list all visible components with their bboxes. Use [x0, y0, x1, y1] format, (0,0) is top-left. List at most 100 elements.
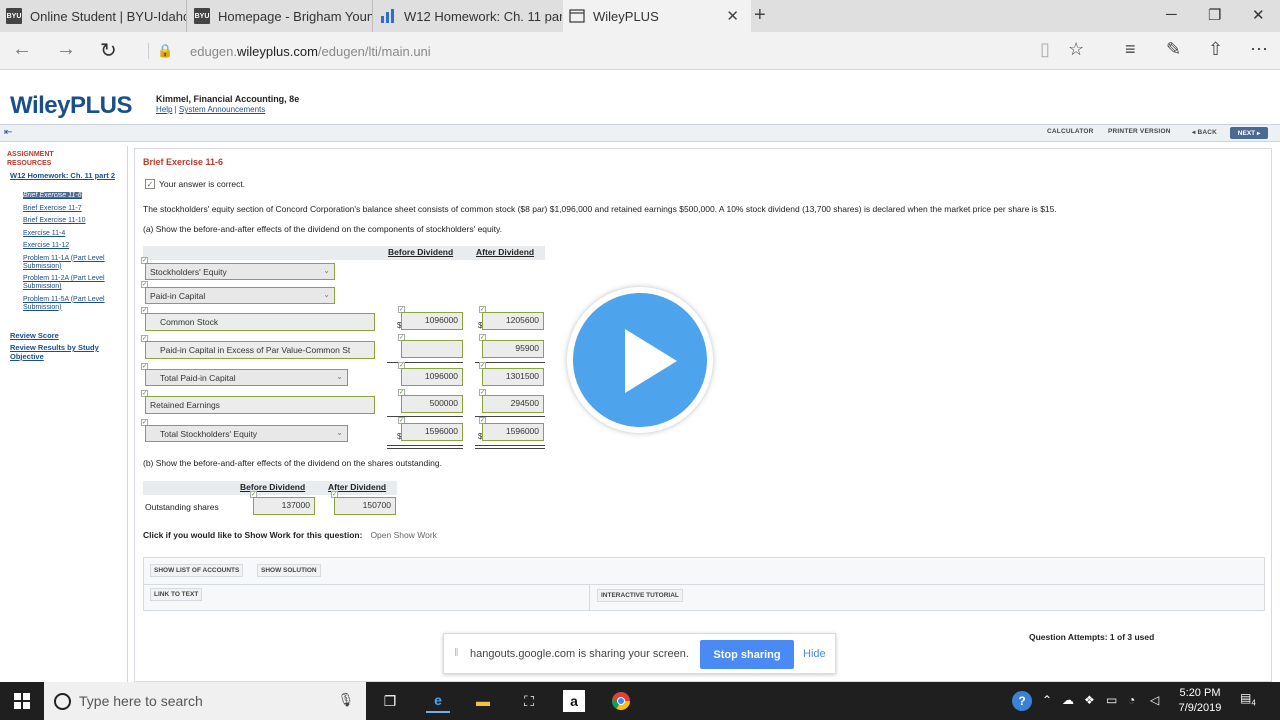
sidebar-exercise-list: Brief Exercise 11-6 Brief Exercise 11-7 …: [14, 192, 124, 316]
reading-view-icon[interactable]: ▯: [1040, 39, 1050, 60]
close-tab-icon[interactable]: ✕: [726, 7, 739, 25]
lock-icon: 🔒: [148, 43, 173, 59]
sidebar-homework-link[interactable]: W12 Homework: Ch. 11 part 2: [10, 171, 120, 180]
stop-sharing-button[interactable]: Stop sharing: [700, 640, 794, 669]
dropbox-icon[interactable]: ❖: [1084, 693, 1095, 707]
minimize-icon[interactable]: ─: [1166, 6, 1177, 23]
calculator-button[interactable]: CALCULATOR: [1047, 128, 1094, 135]
after-dividend-header: After Dividend: [476, 247, 535, 257]
windows-taskbar: Type here to search 🎙 ❐ e ▬ ⛶ a ? ⌃ ☁ ❖ …: [0, 682, 1280, 720]
chevron-up-icon[interactable]: ⌃: [1042, 693, 1052, 707]
address-bar[interactable]: 🔒 edugen. wileyplus.com/edugen/lti/main.u…: [148, 40, 1018, 62]
account-select-stockholders-equity[interactable]: Stockholders' Equity ⌄: [145, 263, 335, 280]
link-to-text-button[interactable]: LINK TO TEXT: [150, 588, 203, 601]
tab-byu-homepage[interactable]: BYU Homepage - Brigham Young: [188, 0, 373, 32]
account-select-total-paid-in-capital[interactable]: Total Paid-in Capital ⌄: [145, 369, 348, 386]
notifications-icon[interactable]: ▤4: [1240, 691, 1256, 707]
total-se-after-input[interactable]: 1596000: [482, 423, 544, 441]
account-field-paid-in-capital-excess[interactable]: Paid-in Capital in Excess of Par Value-C…: [145, 341, 375, 359]
back-arrow-icon[interactable]: ←: [12, 38, 32, 61]
double-rule: [387, 448, 463, 449]
new-tab-icon[interactable]: +: [754, 4, 766, 27]
show-list-of-accounts-button[interactable]: SHOW LIST OF ACCOUNTS: [150, 564, 244, 577]
forward-arrow-icon[interactable]: →: [56, 38, 76, 61]
system-clock[interactable]: 5:20 PM 7/9/2019: [1172, 686, 1228, 716]
account-field-retained-earnings[interactable]: Retained Earnings: [145, 396, 375, 414]
apic-before-input[interactable]: [401, 340, 463, 358]
store-icon[interactable]: ⛶: [517, 689, 541, 713]
wifi-icon[interactable]: ◔: [1128, 693, 1135, 707]
drag-handle-icon[interactable]: ‖: [454, 647, 459, 659]
total-paid-in-before-input[interactable]: 1096000: [401, 368, 463, 386]
tab-w12-homework[interactable]: W12 Homework: Ch. 11 par: [374, 0, 562, 32]
microphone-icon[interactable]: 🎙: [337, 692, 354, 708]
share-icon[interactable]: ⇧: [1208, 39, 1223, 60]
account-field-common-stock[interactable]: Common Stock: [145, 313, 375, 331]
onedrive-icon[interactable]: ☁: [1062, 693, 1074, 707]
problem-statement: The stockholders' equity section of Conc…: [143, 204, 1057, 214]
windows-start-icon[interactable]: [14, 693, 30, 709]
tab-wileyplus[interactable]: WileyPLUS ✕: [563, 0, 751, 32]
sidebar-item-problem-11-5a[interactable]: Problem 11-5A (Part Level Submission): [14, 296, 124, 312]
file-explorer-icon[interactable]: ▬: [471, 689, 495, 713]
sidebar-item-problem-11-1a[interactable]: Problem 11-1A (Part Level Submission): [14, 255, 124, 271]
correct-message: ✓ Your answer is correct.: [145, 179, 246, 189]
favorite-star-icon[interactable]: ☆: [1068, 39, 1084, 60]
hide-button[interactable]: Hide: [803, 648, 826, 660]
web-note-icon[interactable]: ✎: [1166, 39, 1181, 60]
common-stock-after-input[interactable]: 1205600: [482, 312, 544, 330]
system-announcements-link[interactable]: System Announcements: [179, 105, 265, 114]
tab-byui-online[interactable]: BYU Online Student | BYU-Idaho: [0, 0, 187, 32]
printer-version-button[interactable]: PRINTER VERSION: [1108, 128, 1171, 135]
task-view-icon[interactable]: ❐: [378, 689, 402, 713]
interactive-tutorial-button[interactable]: INTERACTIVE TUTORIAL: [597, 589, 683, 602]
part-b-instructions: (b) Show the before-and-after effects of…: [143, 458, 442, 468]
url-prefix: edugen.: [190, 43, 237, 59]
video-play-button[interactable]: [567, 287, 713, 433]
bar-chart-favicon-icon: [380, 8, 396, 24]
maximize-icon[interactable]: ❐: [1208, 6, 1221, 24]
chrome-icon[interactable]: [609, 689, 633, 713]
retained-earnings-before-input[interactable]: 500000: [401, 395, 463, 413]
sidebar-item-brief-exercise-11-10[interactable]: Brief Exercise 11-10: [14, 217, 124, 225]
volume-icon[interactable]: ◁: [1150, 693, 1159, 707]
open-show-work-link[interactable]: Open Show Work: [370, 530, 436, 540]
window-close-icon[interactable]: ✕: [1252, 6, 1265, 24]
sidebar-item-brief-exercise-11-7[interactable]: Brief Exercise 11-7: [14, 205, 124, 213]
double-rule: [475, 448, 545, 449]
show-work-prompt: Click if you would like to Show Work for…: [143, 530, 437, 540]
byu-favicon-icon: BYU: [6, 8, 22, 24]
sidebar-item-brief-exercise-11-6[interactable]: Brief Exercise 11-6: [14, 192, 124, 200]
hub-icon[interactable]: ≡: [1125, 39, 1136, 60]
collapse-sidebar-icon[interactable]: ⇤: [4, 127, 12, 138]
back-button[interactable]: ◂ BACK: [1192, 128, 1217, 136]
taskbar-search[interactable]: Type here to search 🎙: [44, 682, 366, 720]
apic-after-input[interactable]: 95900: [482, 340, 544, 358]
edge-browser-icon[interactable]: e: [426, 689, 450, 713]
sidebar-item-problem-11-2a[interactable]: Problem 11-2A (Part Level Submission): [14, 275, 124, 291]
battery-icon[interactable]: ▭: [1106, 693, 1117, 707]
refresh-icon[interactable]: ↻: [100, 38, 117, 63]
shares-before-input[interactable]: 137000: [253, 497, 315, 515]
total-se-before-input[interactable]: 1596000: [401, 423, 463, 441]
account-select-total-stockholders-equity[interactable]: Total Stockholders' Equity ⌄: [145, 425, 348, 442]
more-icon[interactable]: ⋯: [1250, 39, 1268, 60]
review-score-link[interactable]: Review Score: [10, 331, 59, 340]
retained-earnings-after-input[interactable]: 294500: [482, 395, 544, 413]
show-solution-button[interactable]: SHOW SOLUTION: [257, 564, 321, 577]
review-results-link[interactable]: Review Results by Study Objective: [10, 343, 110, 361]
total-paid-in-after-input[interactable]: 1301500: [482, 368, 544, 386]
help-link[interactable]: Help: [156, 105, 172, 114]
header-links: Help | System Announcements: [156, 105, 266, 114]
account-select-paid-in-capital[interactable]: Paid-in Capital ⌄: [145, 287, 335, 304]
tab-bar: BYU Online Student | BYU-Idaho BYU Homep…: [0, 0, 1280, 32]
help-icon[interactable]: ?: [1012, 691, 1032, 711]
common-stock-before-input[interactable]: 1096000: [401, 312, 463, 330]
exercise-title: Brief Exercise 11-6: [143, 157, 224, 167]
shares-after-input[interactable]: 150700: [334, 497, 396, 515]
divider: [589, 584, 590, 611]
next-button[interactable]: NEXT ▸: [1230, 127, 1268, 139]
sidebar-item-exercise-11-12[interactable]: Exercise 11-12: [14, 242, 124, 250]
sidebar-item-exercise-11-4[interactable]: Exercise 11-4: [14, 230, 124, 238]
amazon-icon[interactable]: a: [563, 690, 585, 712]
